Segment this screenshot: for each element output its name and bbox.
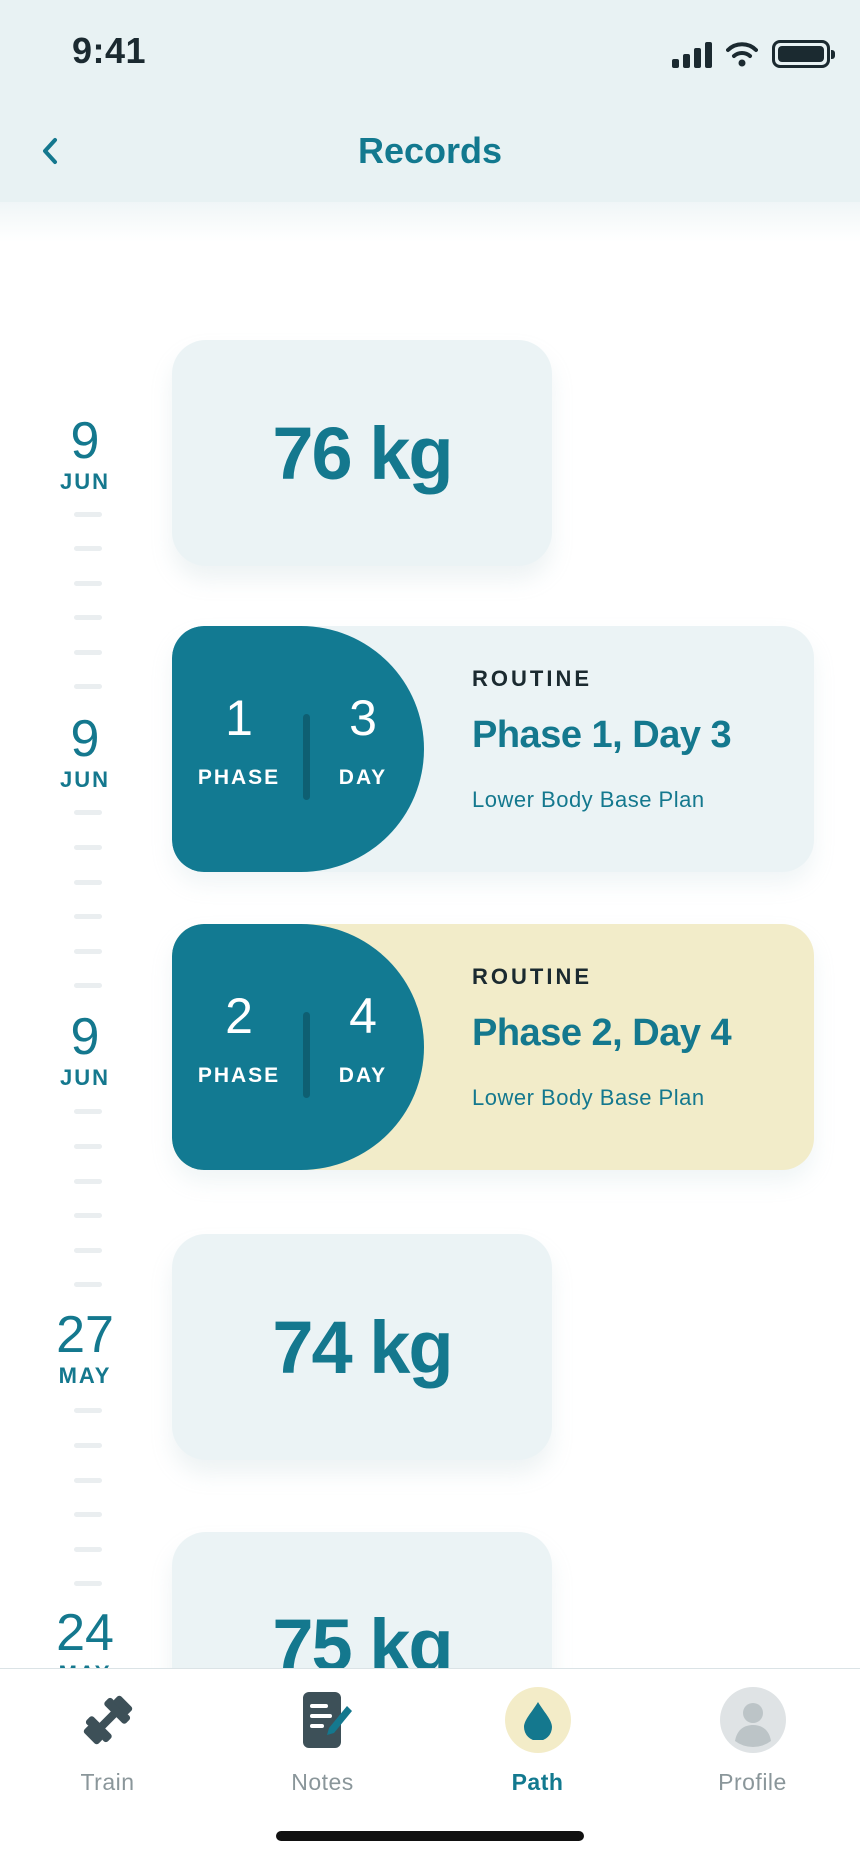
tab-label: Profile bbox=[718, 1769, 787, 1795]
day-column: 3 DAY bbox=[318, 692, 408, 790]
header-bar: 9:41 Records bbox=[0, 0, 860, 202]
tab-train[interactable]: Train bbox=[0, 1669, 215, 1819]
entry-date: 27 MAY bbox=[40, 1309, 130, 1389]
entry-date: 9 JUN bbox=[40, 1011, 130, 1091]
weight-value: 74 kg bbox=[272, 1305, 453, 1389]
phase-column: 1 PHASE bbox=[194, 692, 284, 790]
routine-info: ROUTINE Phase 2, Day 4 Lower Body Base P… bbox=[472, 964, 732, 1111]
profile-icon bbox=[720, 1687, 786, 1753]
date-month: JUN bbox=[59, 469, 110, 494]
date-day: 27 bbox=[56, 1306, 114, 1364]
tab-path[interactable]: Path bbox=[430, 1669, 645, 1819]
date-month: MAY bbox=[58, 1363, 112, 1388]
phase-number: 1 bbox=[225, 690, 253, 746]
phase-day-badge: 1 PHASE 3 DAY bbox=[172, 626, 424, 872]
drop-icon bbox=[524, 1702, 552, 1740]
badge-divider bbox=[303, 1012, 310, 1098]
phase-label: PHASE bbox=[197, 1064, 281, 1087]
weight-record-card[interactable]: 74 kg bbox=[172, 1234, 552, 1460]
battery-icon bbox=[772, 40, 835, 68]
routine-headline: Phase 1, Day 3 bbox=[472, 714, 732, 756]
day-number: 4 bbox=[349, 988, 377, 1044]
phase-day-badge: 2 PHASE 4 DAY bbox=[172, 924, 424, 1170]
weight-value: 76 kg bbox=[272, 411, 453, 495]
routine-info: ROUTINE Phase 1, Day 3 Lower Body Base P… bbox=[472, 666, 732, 813]
tab-label: Train bbox=[80, 1769, 135, 1795]
weight-record-card[interactable]: 76 kg bbox=[172, 340, 552, 566]
day-number: 3 bbox=[349, 690, 377, 746]
routine-headline: Phase 2, Day 4 bbox=[472, 1012, 732, 1054]
badge-divider bbox=[303, 714, 310, 800]
tab-label: Notes bbox=[291, 1769, 354, 1795]
date-day: 9 bbox=[70, 710, 100, 768]
routine-kicker: ROUTINE bbox=[472, 964, 592, 989]
date-month: JUN bbox=[59, 1065, 110, 1090]
phase-label: PHASE bbox=[197, 766, 281, 789]
status-time: 9:41 bbox=[72, 30, 147, 71]
wifi-icon bbox=[726, 42, 758, 67]
day-label: DAY bbox=[338, 766, 388, 789]
date-day: 24 bbox=[56, 1604, 114, 1662]
routine-plan: Lower Body Base Plan bbox=[472, 787, 705, 812]
routine-kicker: ROUTINE bbox=[472, 666, 592, 691]
routine-plan: Lower Body Base Plan bbox=[472, 1085, 705, 1110]
date-day: 9 bbox=[70, 1008, 100, 1066]
tab-profile[interactable]: Profile bbox=[645, 1669, 860, 1819]
entry-date: 9 JUN bbox=[40, 713, 130, 793]
tab-label: Path bbox=[511, 1769, 564, 1795]
entry-date: 9 JUN bbox=[40, 415, 130, 495]
day-label: DAY bbox=[338, 1064, 388, 1087]
phase-column: 2 PHASE bbox=[194, 990, 284, 1088]
routine-record-card[interactable]: 1 PHASE 3 DAY ROUTINE Phase 1, Day 3 Low… bbox=[172, 626, 814, 872]
tab-notes[interactable]: Notes bbox=[215, 1669, 430, 1819]
records-screen: 9:41 Records 9 JUN 76 kg 9 JUN 1 PHASE 3… bbox=[0, 0, 860, 1864]
date-month: JUN bbox=[59, 767, 110, 792]
day-column: 4 DAY bbox=[318, 990, 408, 1088]
routine-record-card-highlighted[interactable]: 2 PHASE 4 DAY ROUTINE Phase 2, Day 4 Low… bbox=[172, 924, 814, 1170]
signal-icon bbox=[672, 40, 712, 68]
home-indicator bbox=[276, 1831, 584, 1841]
status-icons bbox=[672, 36, 835, 72]
notes-icon bbox=[303, 1692, 352, 1748]
phase-number: 2 bbox=[225, 988, 253, 1044]
page-title: Records bbox=[357, 130, 503, 171]
dumbbell-icon bbox=[83, 1695, 133, 1745]
header-shadow bbox=[0, 202, 860, 242]
date-day: 9 bbox=[70, 412, 100, 470]
